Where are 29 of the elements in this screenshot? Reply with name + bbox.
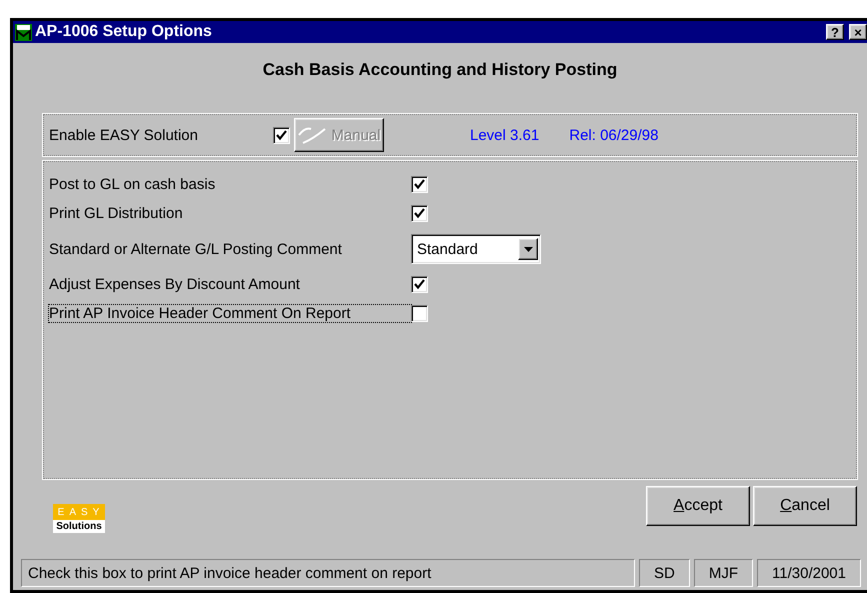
version-level: Level 3.61 bbox=[470, 126, 540, 144]
release-date: Rel: 06/29/98 bbox=[569, 126, 658, 144]
posting-comment-dropdown[interactable]: Standard bbox=[411, 234, 541, 264]
checkbox[interactable] bbox=[411, 205, 428, 222]
close-button[interactable]: × bbox=[849, 24, 867, 40]
option-label: Post to GL on cash basis bbox=[49, 176, 216, 193]
checkbox[interactable] bbox=[411, 176, 428, 193]
dialog-heading: Cash Basis Accounting and History Posting bbox=[262, 60, 618, 80]
option-label: Print GL Distribution bbox=[49, 205, 184, 222]
help-button[interactable]: ? bbox=[826, 24, 844, 40]
option-label: Standard or Alternate G/L Posting Comment bbox=[49, 240, 343, 258]
checkbox[interactable] bbox=[411, 276, 428, 293]
option-label: Adjust Expenses By Discount Amount bbox=[49, 276, 301, 293]
checkbox[interactable] bbox=[273, 126, 290, 144]
status-text: Check this box to print AP invoice header comment on report bbox=[21, 559, 635, 587]
window-title: AP-1006 Setup Options bbox=[35, 23, 213, 41]
dialog-button[interactable]: Cancel bbox=[753, 486, 857, 526]
logo-bottom: Solutions bbox=[53, 520, 105, 533]
status-text: 11/30/2001 bbox=[757, 559, 861, 587]
status-text: SD bbox=[639, 559, 690, 587]
dialog-button[interactable]: Accept bbox=[646, 486, 750, 526]
option-label: Print AP Invoice Header Comment On Report bbox=[49, 305, 411, 322]
checkbox[interactable] bbox=[411, 305, 428, 322]
logo-top: EASY bbox=[53, 504, 105, 520]
app-icon bbox=[15, 24, 32, 40]
caret-icon bbox=[518, 238, 538, 260]
pen-stroke-icon bbox=[297, 125, 328, 145]
option-label: Enable EASY Solution bbox=[49, 126, 199, 144]
status-text: MJF bbox=[694, 559, 754, 587]
